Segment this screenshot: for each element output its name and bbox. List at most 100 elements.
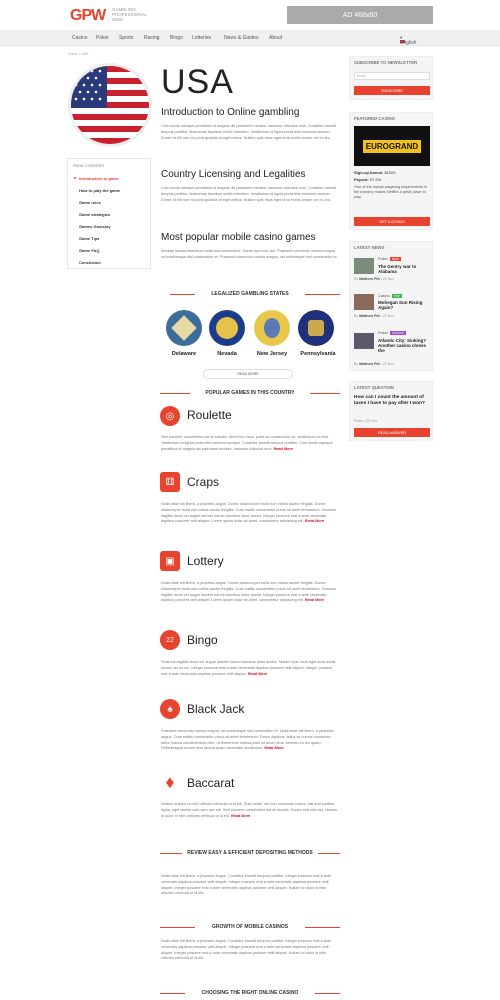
article-heading: GROWTH OF MOBILE CASINOS — [211, 924, 289, 930]
read-more-link[interactable]: Read More — [305, 519, 324, 523]
game-text: Nulla vitae elit libero, a pharetra augu… — [161, 502, 338, 525]
news-date: 20 Nov — [382, 362, 394, 366]
page-title: USA — [161, 63, 234, 101]
email-field[interactable]: Email — [354, 72, 430, 80]
news-author: Matthew Pitt — [359, 314, 380, 318]
category-label: Casino — [378, 294, 390, 298]
payout-row: Payout: 97.2% — [354, 177, 381, 182]
news-category: Poker NEW — [378, 257, 401, 261]
nav-bingo[interactable]: Bingo — [170, 35, 183, 41]
news-author: Matthew Pitt — [359, 277, 380, 281]
game-text-body: Sed posuere consectetur est at lobortis.… — [161, 435, 333, 451]
read-more-link[interactable]: Read More — [264, 746, 283, 750]
section-title: Most popular mobile casino games — [161, 232, 316, 243]
language-select[interactable]: English ▾ — [400, 35, 416, 46]
top-bar: GPW GAMBLING PROFESSIONAL WEB AD 468x60 — [0, 0, 500, 30]
nav-about[interactable]: About — [269, 35, 282, 41]
payout-label: Payout: — [354, 177, 369, 182]
game-text: Vivamus sagittis lacus vel augue laoreet… — [161, 660, 338, 677]
by-label: By — [354, 277, 359, 281]
news-thumbnail[interactable] — [354, 258, 374, 274]
news-author: Matthew Pitt — [359, 362, 380, 366]
question-meta: Poker • 20 Nov — [354, 419, 378, 423]
toc-item[interactable]: How to play the game — [79, 188, 120, 193]
news-title[interactable]: Atlantic City: Sinking? Another casino c… — [378, 338, 432, 353]
news-thumbnail[interactable] — [354, 333, 374, 349]
game-title: Bingo — [187, 633, 218, 647]
featured-heading: FEATURED CASINO — [354, 116, 395, 121]
news-category: Casino TOP — [378, 294, 402, 298]
baccarat-icon: ♦ — [165, 771, 175, 792]
read-more-link[interactable]: Read More — [248, 672, 267, 676]
ad-banner[interactable]: AD 468x60 — [287, 6, 433, 24]
news-thumbnail[interactable] — [354, 294, 374, 310]
bonus-value: $1500 — [384, 170, 396, 175]
read-more-link[interactable]: Read More — [274, 447, 293, 451]
article-heading: REVIEW EASY & EFFICIENT DEPOSITING METHO… — [187, 850, 313, 856]
divider — [160, 853, 182, 854]
news-date: 20 Nov — [382, 277, 394, 281]
news-byline: By Matthew Pitt • 20 Nov — [354, 314, 394, 318]
read-more-link[interactable]: Read More — [231, 814, 250, 818]
breadcrumb[interactable]: Home > USA — [68, 52, 89, 56]
question-text[interactable]: How can I count the amount of taxes I ha… — [354, 395, 432, 407]
game-text: Nullam id dolor id nibh ultricies vehicu… — [161, 802, 338, 819]
delaware-seal-icon — [166, 310, 202, 346]
section-text: Cum sociis natoque penatibus et magnis d… — [161, 124, 336, 140]
article-text: Nulla vitae elit libero, a pharetra augu… — [161, 939, 332, 961]
section-text: Aenean lacinia bibendum nulla sed consec… — [161, 249, 338, 259]
toc-item-label: Introduction to game — [79, 176, 119, 181]
state-label: Pennsylvania — [300, 351, 336, 357]
bonus-label: Sign-up bonus: — [354, 170, 384, 175]
read-more-button[interactable]: READ MORE — [203, 369, 293, 379]
get-bonus-button[interactable]: GET A BONUS — [354, 217, 430, 226]
news-badge: NEW — [389, 257, 401, 261]
nav-sports[interactable]: Sports — [119, 35, 133, 41]
state-label: New Jersey — [256, 351, 288, 357]
news-title[interactable]: The Gentry war to Alabama — [378, 264, 432, 274]
question-heading: LATEST QUESTION — [354, 385, 395, 390]
toc-item[interactable]: Game Tips — [79, 236, 99, 241]
games-heading: POPULAR GAMES IN THIS COUNTRY — [205, 390, 295, 396]
section-text: Cum sociis natoque penatibus et magnis d… — [161, 186, 336, 202]
nav-poker[interactable]: Poker — [96, 35, 109, 41]
news-heading: LATEST NEWS — [354, 245, 385, 250]
toc-item[interactable]: Introduction to game — [74, 176, 119, 181]
nav-news-guides[interactable]: News & Guides — [224, 35, 258, 41]
news-badge: TOP — [391, 294, 402, 298]
game-title: Craps — [187, 475, 220, 489]
toc-item[interactable]: Game rules — [79, 200, 101, 205]
lottery-icon: ▣ — [160, 551, 180, 571]
game-title: Roulette — [187, 408, 232, 422]
toc-item[interactable]: Games Glossary — [79, 224, 111, 229]
active-dot-icon — [74, 177, 76, 179]
by-label: By — [354, 314, 359, 318]
toc-item[interactable]: Game strategies — [79, 212, 110, 217]
news-title[interactable]: Mohegan Sun Rising Again? — [378, 300, 432, 310]
bingo-icon: 22 — [160, 630, 180, 650]
nav-lotteries[interactable]: Lotteries — [192, 35, 211, 41]
roulette-icon: ◎ — [160, 406, 180, 426]
game-title: Lottery — [187, 554, 224, 568]
bonus-row: Sign-up bonus: $1500 — [354, 170, 396, 175]
site-logo[interactable]: GPW — [70, 7, 106, 25]
toc-item[interactable]: Game FAQ — [79, 248, 99, 253]
casino-description: One of the lowest wagering requirements … — [354, 185, 428, 200]
nav-casino[interactable]: Casino — [72, 35, 88, 41]
casino-logo[interactable]: EUROGRAND — [354, 126, 430, 166]
nav-racing[interactable]: Racing — [144, 35, 160, 41]
read-more-link[interactable]: Read More — [305, 598, 324, 602]
category-label: Poker — [378, 257, 388, 261]
read-answer-button[interactable]: READ ANSWER — [354, 428, 430, 437]
category-label: Poker — [378, 331, 388, 335]
blackjack-icon: ♠ — [160, 699, 180, 719]
pennsylvania-seal-icon — [298, 310, 334, 346]
state-label: Nevada — [217, 351, 237, 357]
subscribe-button[interactable]: SUBSCRIBE — [354, 86, 430, 95]
latest-news-box: LATEST NEWS Poker NEW The Gentry war to A… — [349, 241, 433, 371]
article-heading: CHOOSING THE RIGHT ONLINE CASINO — [201, 990, 299, 996]
section-title: Introduction to Online gambling — [161, 107, 300, 118]
latest-question-box: LATEST QUESTION How can I count the amou… — [349, 381, 433, 441]
toc-item[interactable]: Conclusion — [79, 260, 101, 265]
payout-value: 97.2% — [369, 177, 382, 182]
